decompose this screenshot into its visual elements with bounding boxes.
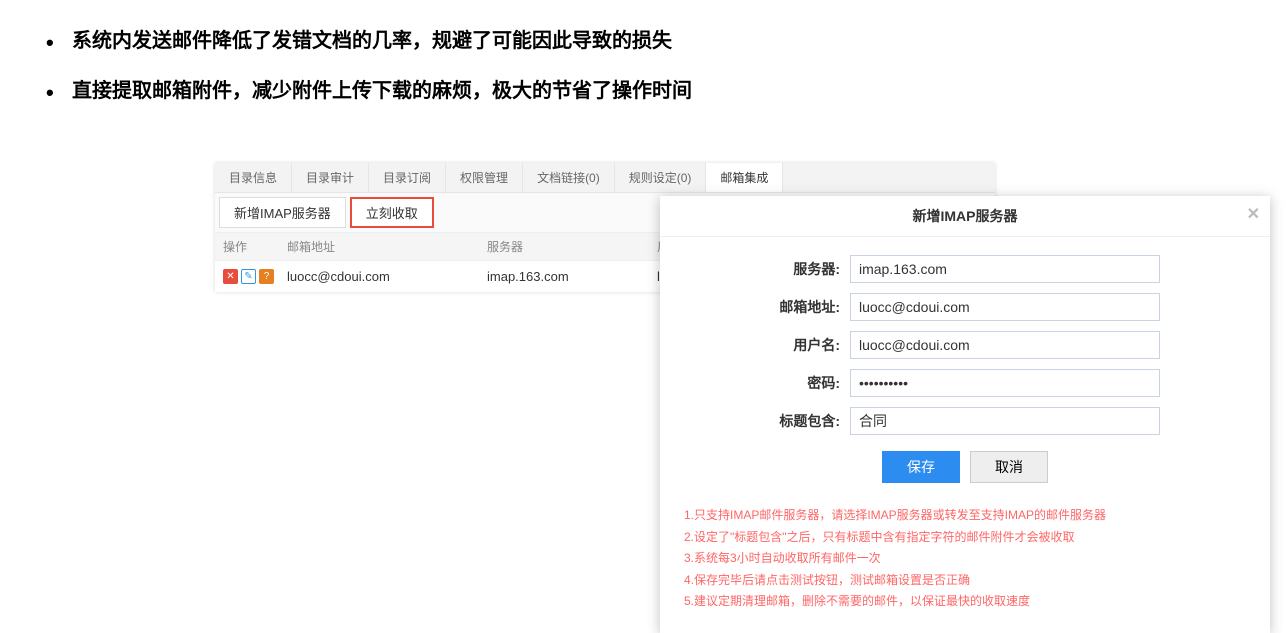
label-password: 密码: xyxy=(690,373,850,393)
user-input[interactable] xyxy=(850,331,1160,359)
note-item: 3.系统每3小时自动收取所有邮件一次 xyxy=(684,548,1246,570)
col-ops: 操作 xyxy=(223,238,287,255)
col-addr: 邮箱地址 xyxy=(287,238,487,255)
edit-icon[interactable]: ✎ xyxy=(241,269,256,284)
note-item: 1.只支持IMAP邮件服务器，请选择IMAP服务器或转发至支持IMAP的邮件服务… xyxy=(684,505,1246,527)
tab-bar: 目录信息 目录审计 目录订阅 权限管理 文档链接(0) 规则设定(0) 邮箱集成 xyxy=(215,163,995,193)
dialog-actions: 保存 取消 xyxy=(690,445,1240,497)
tab-mail-integration[interactable]: 邮箱集成 xyxy=(706,163,783,192)
label-addr: 邮箱地址: xyxy=(690,297,850,317)
delete-icon[interactable]: ✕ xyxy=(223,269,238,284)
dialog-title-bar: 新增IMAP服务器 ✕ xyxy=(660,196,1270,237)
server-input[interactable] xyxy=(850,255,1160,283)
add-imap-dialog: 新增IMAP服务器 ✕ 服务器: 邮箱地址: 用户名: 密码: 标题包含: 保存… xyxy=(660,196,1270,633)
close-icon[interactable]: ✕ xyxy=(1247,204,1260,224)
tab-rules[interactable]: 规则设定(0) xyxy=(615,163,707,192)
row-addr: 邮箱地址: xyxy=(690,293,1240,321)
tab-dir-audit[interactable]: 目录审计 xyxy=(292,163,369,192)
tab-perm[interactable]: 权限管理 xyxy=(446,163,523,192)
note-item: 4.保存完毕后请点击测试按钮，测试邮箱设置是否正确 xyxy=(684,570,1246,592)
label-subject: 标题包含: xyxy=(690,411,850,431)
feature-bullets: 系统内发送邮件降低了发错文档的几率，规避了可能因此导致的损失 直接提取邮箱附件，… xyxy=(0,0,1286,107)
note-item: 2.设定了"标题包含"之后，只有标题中含有指定字符的邮件附件才会被收取 xyxy=(684,527,1246,549)
bullet-item: 直接提取邮箱附件，减少附件上传下载的麻烦，极大的节省了操作时间 xyxy=(40,75,1246,107)
tab-doc-link[interactable]: 文档链接(0) xyxy=(523,163,615,192)
password-input[interactable] xyxy=(850,369,1160,397)
subject-input[interactable] xyxy=(850,407,1160,435)
row-password: 密码: xyxy=(690,369,1240,397)
col-srv: 服务器 xyxy=(487,238,657,255)
label-user: 用户名: xyxy=(690,335,850,355)
dialog-form: 服务器: 邮箱地址: 用户名: 密码: 标题包含: 保存 取消 xyxy=(660,237,1270,501)
tab-dir-sub[interactable]: 目录订阅 xyxy=(369,163,446,192)
label-server: 服务器: xyxy=(690,259,850,279)
note-item: 5.建议定期清理邮箱，删除不需要的邮件，以保证最快的收取速度 xyxy=(684,591,1246,613)
dialog-notes: 1.只支持IMAP邮件服务器，请选择IMAP服务器或转发至支持IMAP的邮件服务… xyxy=(660,501,1270,633)
addr-input[interactable] xyxy=(850,293,1160,321)
row-server: 服务器: xyxy=(690,255,1240,283)
row-subject: 标题包含: xyxy=(690,407,1240,435)
dialog-title: 新增IMAP服务器 xyxy=(913,206,1018,226)
help-icon[interactable]: ? xyxy=(259,269,274,284)
row-ops: ✕ ✎ ? xyxy=(223,269,287,284)
row-user: 用户名: xyxy=(690,331,1240,359)
cell-addr: luocc@cdoui.com xyxy=(287,269,487,284)
cancel-button[interactable]: 取消 xyxy=(970,451,1048,483)
add-imap-server-button[interactable]: 新增IMAP服务器 xyxy=(219,197,346,228)
bullet-item: 系统内发送邮件降低了发错文档的几率，规避了可能因此导致的损失 xyxy=(40,25,1246,57)
cell-srv: imap.163.com xyxy=(487,269,657,284)
tab-dir-info[interactable]: 目录信息 xyxy=(215,163,292,192)
fetch-now-button[interactable]: 立刻收取 xyxy=(350,197,434,228)
save-button[interactable]: 保存 xyxy=(882,451,960,483)
